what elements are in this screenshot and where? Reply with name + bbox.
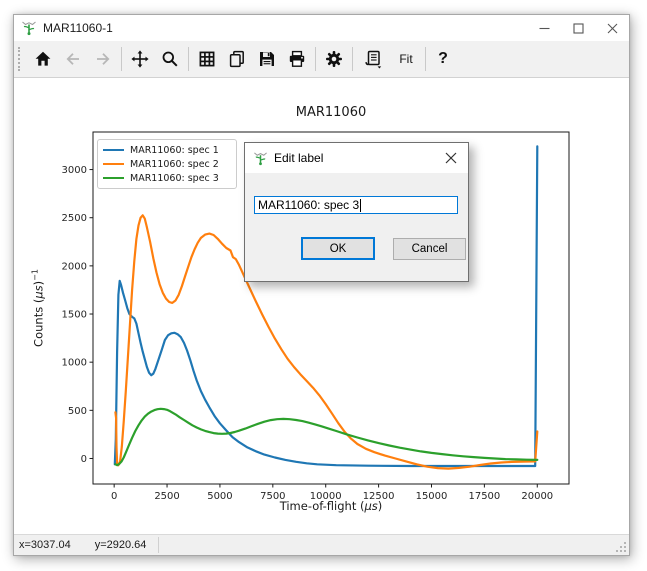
y-label-text: ) [31,281,45,286]
home-button[interactable] [28,44,58,74]
svg-text:2500: 2500 [62,213,87,224]
y-label-text: Counts ( [31,299,45,347]
dialog-close-button[interactable] [434,143,468,173]
plot-window: MAR11060-1 [13,14,630,556]
svg-text:1500: 1500 [62,310,87,321]
plot-toolbar: Fit ? [14,41,629,78]
text-caret [360,199,361,212]
window-titlebar[interactable]: MAR11060-1 [14,15,629,41]
window-controls [527,15,629,41]
save-icon [258,50,276,68]
dialog-title: Edit label [274,151,323,165]
back-button[interactable] [58,44,88,74]
legend-entry-spec3[interactable]: MAR11060: spec 3 [103,171,230,185]
save-button[interactable] [252,44,282,74]
fit-button[interactable]: Fit [390,44,422,74]
figure-canvas[interactable]: 0250050007500100001250015000175002000005… [14,78,629,534]
maximize-button[interactable] [561,15,595,41]
svg-text:20000: 20000 [521,491,553,502]
toolbar-separator [425,47,426,71]
svg-text:0: 0 [111,491,117,502]
svg-text:2500: 2500 [154,491,179,502]
label-input-value: MAR11060: spec 3 [258,198,359,212]
print-button[interactable] [282,44,312,74]
cursor-y-readout: y=2920.64 [95,539,147,551]
y-axis-label: Counts (μs)−1 [31,269,46,347]
mantid-logo-icon [21,20,37,36]
generate-script-icon [364,50,383,69]
legend-entry-spec1[interactable]: MAR11060: spec 1 [103,143,230,157]
x-axis-label: Time-of-flight (μs) [280,499,383,513]
edit-label-dialog: Edit label MAR11060: spec 3 OK Cancel [244,142,469,282]
settings-gear-icon [325,50,343,68]
legend-label: MAR11060: spec 3 [130,173,219,184]
copy-icon [228,50,246,68]
back-icon [64,50,82,68]
zoom-button[interactable] [155,44,185,74]
close-icon [607,23,618,34]
svg-text:500: 500 [68,406,87,417]
ok-button[interactable]: OK [301,237,375,260]
screenshot-page: MAR11060-1 [0,0,647,571]
svg-text:15000: 15000 [416,491,448,502]
toolbar-separator [188,47,189,71]
svg-text:3000: 3000 [62,165,87,176]
cursor-x-readout: x=3037.04 [19,539,71,551]
plot-title: MAR11060 [93,105,569,120]
settings-button[interactable] [319,44,349,74]
x-label-text: ) [378,499,383,513]
dialog-titlebar[interactable]: Edit label [245,143,468,173]
statusbar-separator [158,537,159,553]
forward-button[interactable] [88,44,118,74]
spec3-line-swatch [103,177,124,180]
y-label-unit: μs [31,285,45,298]
grid-button[interactable] [192,44,222,74]
label-input[interactable]: MAR11060: spec 3 [254,196,458,214]
close-button[interactable] [595,15,629,41]
pan-icon [131,50,149,68]
print-icon [288,50,306,68]
minimize-icon [539,23,550,34]
window-title: MAR11060-1 [43,21,113,35]
toolbar-separator [315,47,316,71]
x-label-text: Time-of-flight ( [280,499,365,513]
legend-entry-spec2[interactable]: MAR11060: spec 2 [103,157,230,171]
forward-icon [94,50,112,68]
svg-text:17500: 17500 [468,491,500,502]
grid-icon [198,50,216,68]
status-bar: x=3037.04 y=2920.64 [14,534,629,555]
resize-grip[interactable] [615,541,627,553]
minimize-button[interactable] [527,15,561,41]
toolbar-separator [352,47,353,71]
spec2-line-swatch [103,163,124,166]
cancel-button[interactable]: Cancel [393,238,466,260]
mantid-logo-icon [253,151,268,166]
zoom-icon [161,50,179,68]
copy-button[interactable] [222,44,252,74]
generate-script-button[interactable] [356,44,390,74]
toolbar-separator [121,47,122,71]
legend-label: MAR11060: spec 2 [130,159,219,170]
svg-text:0: 0 [81,454,87,465]
y-label-superscript: −1 [31,269,40,281]
close-icon [445,152,457,164]
help-button[interactable]: ? [429,44,457,74]
toolbar-drag-handle[interactable] [18,47,23,71]
x-label-unit: μs [364,499,377,513]
pan-button[interactable] [125,44,155,74]
home-icon [34,50,52,68]
legend: MAR11060: spec 1 MAR11060: spec 2 MAR110… [97,139,237,189]
svg-text:2000: 2000 [62,261,87,272]
svg-text:1000: 1000 [62,358,87,369]
legend-label: MAR11060: spec 1 [130,145,219,156]
maximize-icon [573,23,584,34]
svg-text:5000: 5000 [207,491,232,502]
spec1-line-swatch [103,149,124,152]
